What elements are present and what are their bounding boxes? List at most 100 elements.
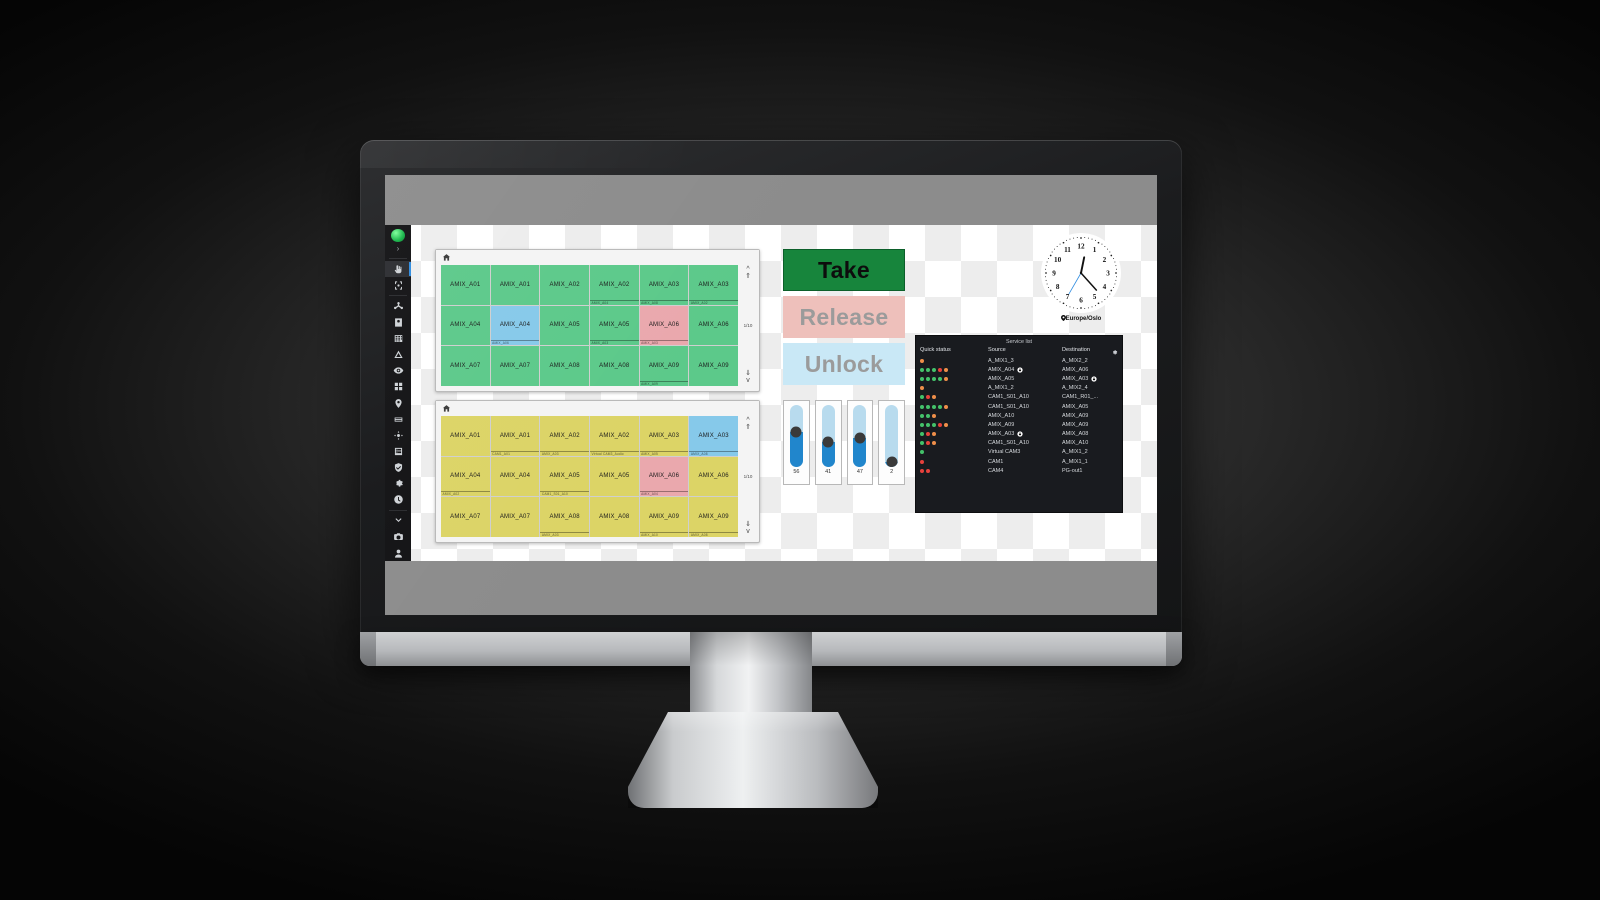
monitor-foot-highlight	[658, 712, 848, 732]
grid-cell[interactable]: AMIX_A07	[441, 346, 490, 386]
grid-cell[interactable]: AMIX_A08	[590, 497, 639, 537]
grid-cell[interactable]: AMIX_A02 Virtual CAM3_Audio	[590, 416, 639, 456]
grid-cell[interactable]: AMIX_A08	[540, 346, 589, 386]
sidebar-expand-caret[interactable]: ›	[397, 244, 400, 253]
release-button[interactable]: Release	[783, 296, 905, 338]
fader-knob[interactable]	[854, 432, 866, 444]
grid-cell[interactable]: AMIX_A06 AMIX_A04	[639, 456, 689, 497]
grid-cell[interactable]: AMIX_A07	[441, 497, 490, 537]
fader-track[interactable]	[821, 405, 835, 467]
grid-cell[interactable]: AMIX_A01	[490, 265, 540, 305]
sidebar-item-settings[interactable]	[385, 476, 411, 492]
sidebar-item-devices[interactable]	[385, 443, 411, 459]
sidebar-item-monitor[interactable]	[385, 363, 411, 379]
grid-cell[interactable]: AMIX_A06 AMIX_A03	[639, 305, 689, 346]
grid-cell[interactable]: AMIX_A05 CAM1_S01_A10	[540, 456, 589, 497]
grid-cell[interactable]: AMIX_A04	[490, 456, 540, 497]
sidebar-item-topology[interactable]	[385, 298, 411, 314]
sidebar-item-snapshot[interactable]	[385, 529, 411, 545]
grid-cell[interactable]: AMIX_A01	[441, 416, 490, 456]
fader-2[interactable]: 41	[814, 400, 842, 485]
fader-4[interactable]: 2	[878, 400, 905, 485]
sidebar-item-crosshair[interactable]	[385, 277, 411, 293]
service-list-row[interactable]: AMIX_A09 AMIX_A09	[916, 420, 1122, 429]
grid-cell[interactable]: AMIX_A09	[689, 346, 738, 386]
fader-knob[interactable]	[886, 456, 898, 467]
scroll-page-up-button[interactable]: ⇑	[745, 273, 751, 280]
grid-cell[interactable]: AMIX_A03 AMIX_A02	[689, 265, 738, 305]
service-list-row[interactable]: CAM1 A_MIX1_1	[916, 457, 1122, 466]
gear-icon[interactable]	[1111, 349, 1118, 356]
grid-scroll-controls: ^ ⇑ 1/10 ⇓ v	[739, 265, 757, 386]
fader-3[interactable]: 47	[846, 400, 874, 485]
fader-track[interactable]	[885, 405, 899, 467]
sidebar-item-location[interactable]	[385, 395, 411, 411]
service-list-row[interactable]: CAM4 PG-out1	[916, 466, 1122, 475]
sidebar-item-security[interactable]	[385, 459, 411, 475]
app-logo[interactable]	[391, 229, 405, 243]
grid-cell[interactable]: AMIX_A08 AMIX_A03	[540, 497, 589, 537]
unlock-button[interactable]: Unlock	[783, 343, 905, 385]
sidebar-item-panels[interactable]	[385, 379, 411, 395]
grid-cell[interactable]: AMIX_A06	[689, 456, 738, 497]
service-list-row[interactable]: CAM1_S01_A10 AMIX_A10	[916, 439, 1122, 448]
scroll-down-button[interactable]: v	[746, 528, 750, 535]
service-list-row[interactable]: AMIX_A04 AMIX_A06	[916, 365, 1122, 374]
destination-cell: AMIX_A03	[1062, 376, 1118, 382]
service-list-row[interactable]: Virtual CAM3 A_MIX1_2	[916, 448, 1122, 457]
take-button[interactable]: Take	[783, 249, 905, 291]
grid-viewport[interactable]: AMIX_A01 AMIX_A01 CAM1_A01 AMIX_A02 AMIX_A03…	[441, 416, 738, 537]
grid-cell[interactable]: AMIX_A09 AMIX_A09	[639, 346, 689, 386]
grid-cell[interactable]: AMIX_A02 AMIX_A04	[590, 265, 639, 305]
service-list-row[interactable]: AMIX_A10 AMIX_A09	[916, 411, 1122, 420]
status-dot	[932, 441, 936, 446]
service-list-row[interactable]: A_MIX1_2 A_MIX2_4	[916, 384, 1122, 393]
service-list-row[interactable]: AMIX_A05 AMIX_A03	[916, 374, 1122, 383]
grid-cell[interactable]: AMIX_A04 AMIX_A02	[441, 456, 490, 497]
grid-cell[interactable]: AMIX_A07	[490, 497, 540, 537]
sidebar-item-alerts[interactable]	[385, 347, 411, 363]
sidebar-item-more[interactable]	[385, 513, 411, 529]
service-list-row[interactable]: A_MIX1_3 A_MIX2_2	[916, 356, 1122, 365]
home-icon[interactable]	[442, 253, 451, 262]
grid-cell[interactable]: AMIX_A04 AMIX_A06	[490, 305, 540, 346]
sidebar-item-pointer[interactable]	[385, 261, 411, 278]
grid-cell[interactable]: AMIX_A05	[540, 305, 589, 346]
sidebar-item-list[interactable]	[385, 411, 411, 427]
home-icon[interactable]	[442, 404, 451, 413]
grid-cell[interactable]: AMIX_A09 AMIX_A10	[639, 497, 689, 537]
fader-1[interactable]: 56	[783, 400, 810, 485]
scroll-page-up-button[interactable]: ⇑	[745, 424, 751, 431]
fader-value: 56	[793, 469, 800, 475]
grid-cell[interactable]: AMIX_A05 AMIX_A03	[590, 305, 639, 346]
fader-track[interactable]	[853, 405, 867, 467]
status-dot	[944, 376, 948, 381]
grid-cell[interactable]: AMIX_A02 AMIX_A03	[540, 416, 589, 456]
sidebar-item-nodes[interactable]	[385, 427, 411, 443]
fader-knob[interactable]	[822, 436, 834, 448]
fader-track[interactable]	[789, 405, 803, 467]
service-list-row[interactable]: AMIX_A03 AMIX_A08	[916, 430, 1122, 439]
status-dot	[920, 441, 924, 446]
grid-cell[interactable]: AMIX_A04	[441, 305, 490, 346]
grid-cell[interactable]: AMIX_A02	[540, 265, 589, 305]
sidebar-item-history[interactable]	[385, 492, 411, 508]
sidebar-item-account[interactable]	[385, 545, 411, 561]
grid-cell[interactable]: AMIX_A03 AMIX_A05	[639, 416, 689, 456]
grid-cell[interactable]: AMIX_A03 AMIX_A08	[689, 416, 738, 456]
grid-cell[interactable]: AMIX_A09 AMIX_A08	[689, 497, 738, 537]
grid-cell[interactable]: AMIX_A05	[590, 456, 639, 497]
service-list-row[interactable]: CAM1_S01_A10 AMIX_A05	[916, 402, 1122, 411]
fader-knob[interactable]	[790, 426, 802, 438]
scroll-down-button[interactable]: v	[746, 377, 750, 384]
grid-cell[interactable]: AMIX_A01 CAM1_A01	[490, 416, 540, 456]
service-list-row[interactable]: CAM1_S01_A10 CAM1_R01_...	[916, 393, 1122, 402]
grid-cell[interactable]: AMIX_A07	[490, 346, 540, 386]
sidebar-item-matrix[interactable]	[385, 331, 411, 347]
grid-cell[interactable]: AMIX_A08	[590, 346, 639, 386]
grid-viewport[interactable]: AMIX_A01 AMIX_A01 AMIX_A02 AMIX_A02 AMIX_A04…	[441, 265, 738, 386]
grid-cell[interactable]: AMIX_A03 AMIX_A08	[639, 265, 689, 305]
grid-cell[interactable]: AMIX_A01	[441, 265, 490, 305]
sidebar-item-user[interactable]	[385, 315, 411, 331]
grid-cell[interactable]: AMIX_A06	[689, 305, 738, 346]
